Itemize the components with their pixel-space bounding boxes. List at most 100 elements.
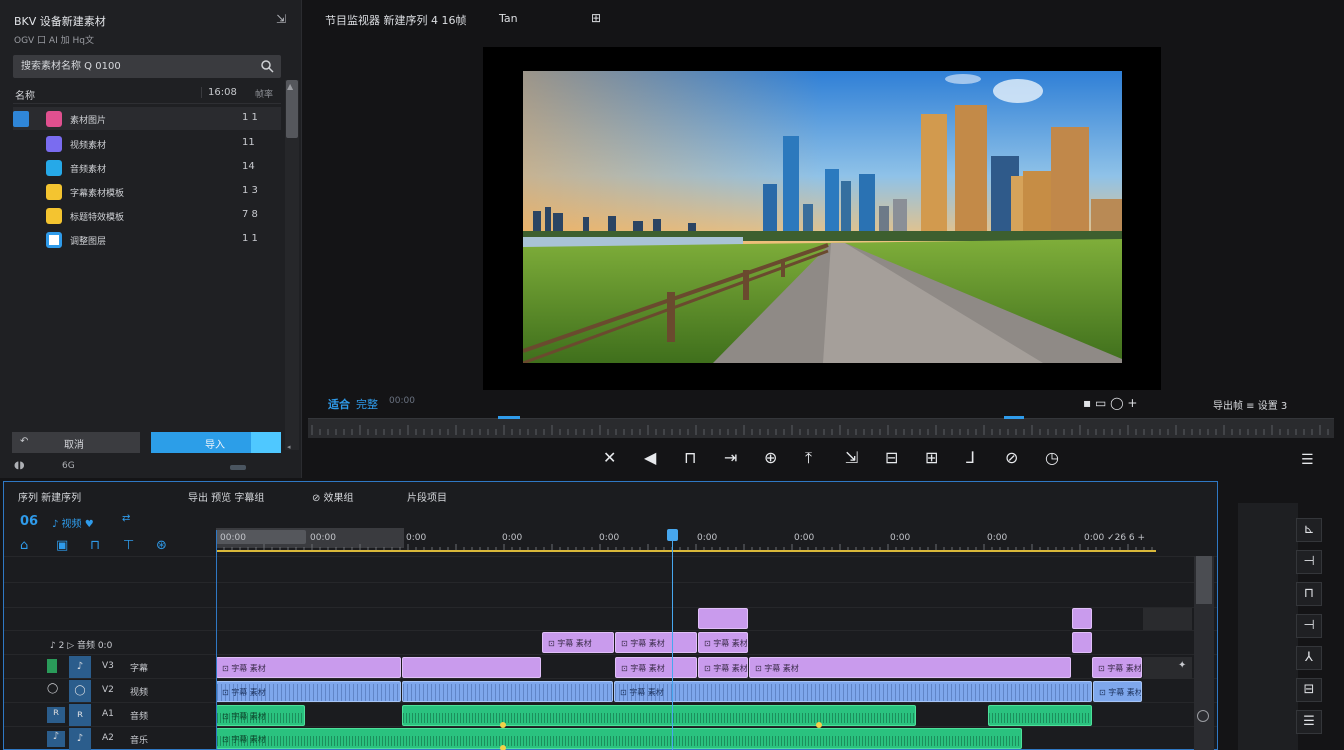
selection-tool-icon[interactable]: ⊾ xyxy=(1296,518,1322,542)
clip[interactable]: ⊡ 字幕 素材 xyxy=(615,657,697,678)
panel-arrow-icon[interactable]: ◂ xyxy=(287,443,295,451)
snap-icon[interactable]: ⇄ xyxy=(122,513,130,524)
mark-out-icon[interactable]: ⊓ xyxy=(684,448,696,467)
clip[interactable] xyxy=(988,705,1092,726)
track-area[interactable]: ⊡ 字幕 素材 ⊡ 字幕 素材 ⊡ 字幕 素材 ⊡ 字幕 素材 ⊡ 字幕 素材 … xyxy=(216,556,1192,750)
column-duration[interactable]: 16:08 xyxy=(201,87,237,98)
clip[interactable] xyxy=(1072,608,1092,629)
timeline-ruler[interactable]: 00:00 00:00 0:00 0:00 0:00 0:00 0:00 0:0… xyxy=(216,528,1216,554)
clip[interactable]: ⊡ 字幕 素材 xyxy=(216,657,401,678)
in-marker[interactable] xyxy=(498,416,520,419)
clip[interactable]: ⊡ 字幕 素材 xyxy=(216,681,401,702)
extract-icon[interactable]: ⊞ xyxy=(925,448,938,467)
out-marker[interactable] xyxy=(1004,416,1024,419)
checkbox-icon[interactable] xyxy=(13,111,29,127)
panel-expand-icon[interactable]: ⇲ xyxy=(276,12,290,32)
file-row[interactable]: 视频素材 11 xyxy=(13,132,281,155)
zoom-icon[interactable] xyxy=(1197,710,1209,722)
rate-stretch-tool-icon[interactable]: ⅄ xyxy=(1296,646,1322,670)
tab-grid-icon[interactable]: ⊞ xyxy=(591,11,601,25)
clip[interactable]: ⊡ 字幕 素材 xyxy=(614,681,1092,702)
go-to-in-icon[interactable]: ⇥ xyxy=(724,448,737,467)
marker-tool-icon[interactable]: ⊤ xyxy=(123,538,134,553)
file-row[interactable]: 音频素材 14 xyxy=(13,156,281,179)
mark-in-icon[interactable]: ◀ xyxy=(644,448,656,467)
column-name[interactable]: 名称 xyxy=(15,87,35,102)
add-track-icon[interactable]: ✦ xyxy=(1178,660,1186,671)
scroll-thumb[interactable] xyxy=(1196,556,1212,604)
slip-tool-icon[interactable]: ⊓ xyxy=(90,538,100,553)
timecode-display[interactable]: 06 xyxy=(20,514,38,529)
file-row[interactable]: 调整图层 1 1 xyxy=(13,228,281,251)
mute-icon[interactable]: ʀ xyxy=(47,707,65,723)
track-header-v3[interactable]: ♪ V3 字幕 xyxy=(4,656,216,678)
menu-icon[interactable]: ☰ xyxy=(1301,452,1314,468)
track-header-a2[interactable]: ♪ ♪ A2 音乐 xyxy=(4,728,216,750)
playhead-handle[interactable] xyxy=(667,529,678,541)
keyframe[interactable] xyxy=(500,745,506,750)
cancel-button[interactable]: ↶ 取消 xyxy=(12,432,140,453)
export-frame-label[interactable]: 导出帧 ≡ 设置 3 xyxy=(1213,397,1287,412)
clip[interactable] xyxy=(402,657,541,678)
clip[interactable] xyxy=(698,608,748,629)
clip[interactable]: ⊡ 字幕 素材 xyxy=(216,705,305,726)
export-frame-icon[interactable]: ⅃ xyxy=(966,448,975,467)
scroll-up-icon[interactable]: ▲ xyxy=(287,82,293,91)
clip[interactable]: ⊡ 字幕 素材 xyxy=(749,657,1071,678)
razor-tool-icon[interactable]: ▣ xyxy=(56,538,68,553)
playhead-line[interactable] xyxy=(672,530,673,750)
lift-icon[interactable]: ⊟ xyxy=(885,448,898,467)
clip[interactable] xyxy=(402,705,916,726)
track-toggle-icon[interactable]: ◯ xyxy=(69,680,91,702)
zoom-slider[interactable] xyxy=(230,465,246,470)
clip[interactable] xyxy=(1072,632,1092,653)
monitor-scrubber[interactable] xyxy=(308,416,1334,438)
clip[interactable]: ⊡ 字幕 素材 xyxy=(1093,681,1142,702)
quality-dropdown[interactable]: 完整 xyxy=(356,396,378,412)
pen-tool-icon[interactable]: ⊟ xyxy=(1296,678,1322,702)
timeline-scrollbar[interactable]: ✦ xyxy=(1178,556,1214,750)
close-icon[interactable]: ✕ xyxy=(603,448,616,467)
timer-icon[interactable]: ◷ xyxy=(1045,448,1059,467)
file-row[interactable]: 标题特效模板 7 8 xyxy=(13,204,281,227)
clip[interactable]: ⊡ 字幕 素材 xyxy=(615,632,697,653)
step-back-icon[interactable]: ⊕ xyxy=(764,448,777,467)
lock-icon[interactable] xyxy=(47,659,57,673)
track-toggle-icon[interactable]: ♪ xyxy=(69,656,91,678)
project-scrollbar[interactable]: ▲ xyxy=(285,80,299,450)
track-header-v2[interactable]: ◯ ◯ V2 视频 xyxy=(4,680,216,702)
search-field[interactable] xyxy=(13,55,281,78)
clip[interactable]: ⊡ 字幕 素材 xyxy=(698,657,748,678)
tab-sequence[interactable]: 序列 新建序列 xyxy=(18,489,81,504)
ripple-edit-tool-icon[interactable]: ⊓ xyxy=(1296,582,1322,606)
clip[interactable]: ⊡ 字幕 素材 xyxy=(698,632,748,653)
settings-icon[interactable]: ⊘ xyxy=(1005,448,1018,467)
sync-icon[interactable]: ◯ xyxy=(47,683,63,699)
track-header-a1[interactable]: ʀ ʀ A1 音频 xyxy=(4,704,216,726)
track-toggle-icon[interactable]: ♪ xyxy=(69,728,91,750)
video-preview[interactable] xyxy=(483,47,1161,390)
text-tool-icon[interactable]: ☰ xyxy=(1296,710,1322,734)
tab-export[interactable]: 导出 预览 字幕组 xyxy=(188,489,264,504)
play-icon[interactable]: ⤒ xyxy=(805,448,812,468)
search-icon[interactable] xyxy=(260,59,274,73)
file-row[interactable]: 素材图片 1 1 xyxy=(13,107,281,130)
clip[interactable]: ⊡ 字幕 素材 xyxy=(1092,657,1142,678)
step-forward-icon[interactable]: ⇲ xyxy=(845,448,858,467)
clip[interactable]: ⊡ 字幕 素材 xyxy=(216,728,1022,749)
fit-dropdown[interactable]: 适合 xyxy=(328,396,350,412)
link-tool-icon[interactable]: ⊛ xyxy=(156,538,167,553)
tab-program-monitor[interactable]: 节目监视器 新建序列 4 16帧 xyxy=(325,12,467,28)
rolling-edit-tool-icon[interactable]: ⊣ xyxy=(1296,614,1322,638)
keyframe[interactable] xyxy=(500,722,506,728)
tab-source[interactable]: Tan xyxy=(499,12,518,25)
monitor-right-controls[interactable]: ▪ ▭ ◯ + xyxy=(1083,396,1137,410)
track-select-tool-icon[interactable]: ⊣ xyxy=(1296,550,1322,574)
column-extra[interactable]: 帧率 xyxy=(255,87,273,100)
search-input[interactable] xyxy=(13,55,253,78)
ripple-tool-icon[interactable]: ⌂ xyxy=(20,538,28,553)
import-button[interactable]: 导入 xyxy=(151,432,281,453)
solo-icon[interactable]: ♪ xyxy=(47,731,65,747)
file-row[interactable]: 字幕素材模板 1 3 xyxy=(13,180,281,203)
tab-effects[interactable]: ⊘ 效果组 xyxy=(312,489,354,504)
